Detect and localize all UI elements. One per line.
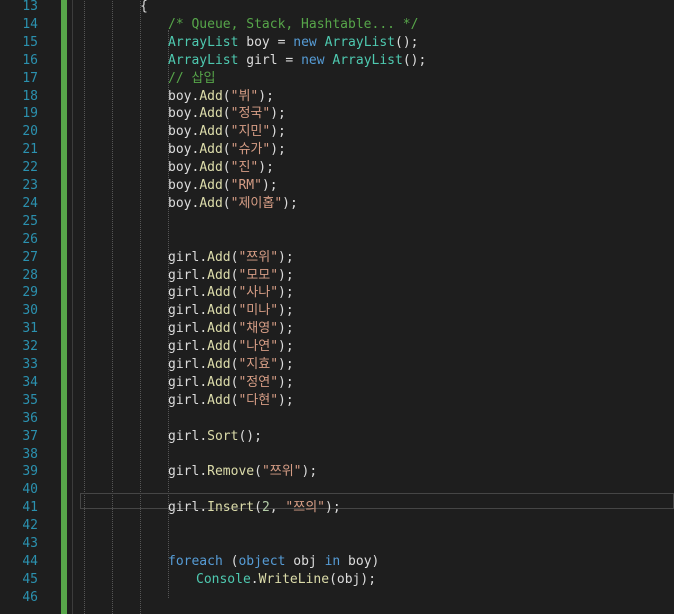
line-number: 29 — [22, 285, 38, 301]
indent-guide — [84, 0, 85, 614]
code-line[interactable]: girl.Add("나연"); — [168, 338, 294, 356]
line-number: 28 — [22, 267, 38, 283]
line-number: 22 — [22, 160, 38, 176]
line-number-gutter: 13 14 15 16 17 18 19 20 21 22 23 24 25 26 27 28 29 30 31 32… — [0, 0, 44, 614]
code-line[interactable]: girl.Insert(2, "쯔의"); — [168, 499, 341, 517]
code-line[interactable]: boy.Add("RM"); — [168, 177, 278, 195]
line-number: 32 — [22, 339, 38, 355]
line-number: 26 — [22, 231, 38, 247]
line-number: 21 — [22, 142, 38, 158]
code-line[interactable]: girl.Add("미나"); — [168, 302, 294, 320]
line-number: 15 — [22, 34, 38, 50]
code-line[interactable]: ArrayList boy = new ArrayList(); — [168, 34, 419, 52]
line-number: 30 — [22, 303, 38, 319]
line-number: 34 — [22, 374, 38, 390]
line-number: 24 — [22, 195, 38, 211]
code-line[interactable]: girl.Sort(); — [168, 428, 262, 446]
line-number: 16 — [22, 52, 38, 68]
code-line[interactable]: girl.Add("정연"); — [168, 374, 294, 392]
code-line[interactable]: boy.Add("지민"); — [168, 123, 286, 141]
code-line[interactable]: boy.Add("정국"); — [168, 105, 286, 123]
code-line[interactable]: girl.Add("채영"); — [168, 320, 294, 338]
line-number: 17 — [22, 70, 38, 86]
line-number: 14 — [22, 16, 38, 32]
code-line[interactable]: Console.WriteLine(obj); — [196, 571, 376, 589]
line-number: 37 — [22, 428, 38, 444]
code-line[interactable]: boy.Add("진"); — [168, 159, 274, 177]
code-line[interactable]: ArrayList girl = new ArrayList(); — [168, 52, 426, 70]
code-line[interactable]: boy.Add("제이홉"); — [168, 195, 298, 213]
line-number: 42 — [22, 518, 38, 534]
line-number: 36 — [22, 410, 38, 426]
change-tracking-bar — [61, 0, 67, 614]
code-line[interactable]: boy.Add("뷔"); — [168, 88, 274, 106]
code-line[interactable]: boy.Add("슈가"); — [168, 141, 286, 159]
code-line[interactable]: girl.Add("다현"); — [168, 392, 294, 410]
line-number: 38 — [22, 446, 38, 462]
line-number: 19 — [22, 106, 38, 122]
line-number: 45 — [22, 571, 38, 587]
line-number: 41 — [22, 500, 38, 516]
code-editor[interactable]: 13 14 15 16 17 18 19 20 21 22 23 24 25 26 27 28 29 30 31 32… — [0, 0, 674, 614]
indent-guide — [112, 0, 113, 614]
line-number: 40 — [22, 482, 38, 498]
line-number: 27 — [22, 249, 38, 265]
line-number: 20 — [22, 124, 38, 140]
indent-guide — [140, 0, 141, 614]
gutter-divider — [72, 0, 73, 614]
line-number: 23 — [22, 178, 38, 193]
code-line[interactable]: /* Queue, Stack, Hashtable... */ — [168, 16, 418, 34]
line-number: 33 — [22, 357, 38, 372]
line-number: 18 — [22, 88, 38, 104]
code-line[interactable]: girl.Add("쯔위"); — [168, 249, 294, 267]
code-line[interactable]: foreach (object obj in boy) — [168, 553, 379, 571]
line-number: 31 — [22, 321, 38, 337]
code-line[interactable]: girl.Remove("쯔위"); — [168, 463, 317, 481]
line-number: 43 — [22, 536, 38, 551]
line-number: 25 — [22, 213, 38, 229]
code-line[interactable]: girl.Add("사나"); — [168, 284, 294, 302]
code-line[interactable]: girl.Add("모모"); — [168, 267, 294, 285]
line-number: 46 — [22, 589, 38, 605]
code-line[interactable]: // 삽입 — [168, 70, 215, 88]
code-line[interactable]: girl.Add("지효"); — [168, 356, 294, 374]
code-line[interactable]: { — [140, 0, 148, 16]
line-number: 35 — [22, 392, 38, 408]
line-number: 39 — [22, 464, 38, 480]
line-number: 44 — [22, 553, 38, 569]
line-number: 13 — [22, 0, 38, 14]
